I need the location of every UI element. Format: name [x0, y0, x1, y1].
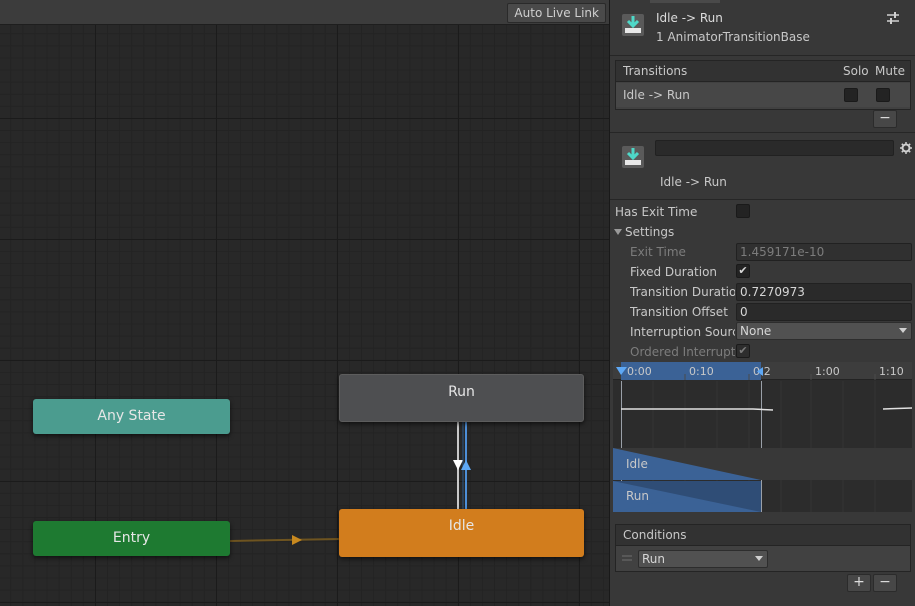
transitions-list-body: Idle -> Run	[615, 82, 911, 110]
transition-timeline[interactable]: 0:00 0:10 0:20 1:00 1:10 Idle Run	[613, 362, 912, 512]
solo-column-label: Solo	[843, 64, 869, 78]
chevron-down-icon	[899, 328, 907, 333]
fixed-duration-label: Fixed Duration	[630, 265, 718, 279]
entry-to-idle-link[interactable]	[229, 538, 340, 542]
state-label: Entry	[112, 530, 151, 546]
exit-time-field: 1.459171e-10	[736, 243, 912, 261]
drag-handle-icon[interactable]	[622, 555, 632, 561]
conditions-header: Conditions	[615, 524, 911, 546]
state-idle[interactable]: Idle	[339, 509, 584, 557]
solo-checkbox[interactable]	[844, 88, 858, 102]
exit-time-label: Exit Time	[630, 245, 686, 259]
add-condition-button[interactable]: +	[847, 574, 871, 592]
transition-row[interactable]: Idle -> Run	[616, 83, 910, 107]
dropdown-value: None	[740, 324, 772, 338]
transition-offset-field[interactable]: 0	[736, 303, 912, 321]
state-label: Idle	[448, 518, 475, 534]
divider	[610, 132, 915, 133]
timeline-track-idle-label: Idle	[626, 457, 648, 471]
remove-condition-button[interactable]: −	[873, 574, 897, 592]
gear-icon[interactable]	[900, 142, 912, 154]
dropdown-value: Run	[642, 552, 666, 566]
auto-live-link-button[interactable]: Auto Live Link	[507, 3, 606, 23]
transition-name-field[interactable]	[655, 140, 894, 156]
transition-duration-label: Transition Duration	[630, 285, 735, 299]
transition-label: Idle -> Run	[660, 175, 727, 189]
mute-column-label: Mute	[875, 64, 906, 78]
settings-foldout-label[interactable]: Settings	[625, 225, 674, 239]
state-entry[interactable]: Entry	[33, 521, 230, 556]
divider	[610, 55, 915, 56]
fixed-duration-checkbox[interactable]: ✔	[736, 264, 750, 278]
transitions-header-label: Transitions	[623, 64, 688, 78]
transition-offset-label: Transition Offset	[630, 305, 728, 319]
chevron-down-icon	[755, 556, 763, 561]
state-label: Any State	[97, 408, 166, 424]
conditions-header-label: Conditions	[623, 528, 687, 542]
condition-parameter-dropdown[interactable]: Run	[638, 550, 768, 568]
timeline-end-marker	[757, 367, 763, 376]
inspector-title: Idle -> Run	[656, 11, 723, 25]
foldout-arrow-icon[interactable]	[614, 228, 622, 236]
has-exit-time-checkbox[interactable]	[736, 204, 750, 218]
remove-transition-button[interactable]: −	[873, 110, 897, 128]
timeline-start-marker	[616, 367, 627, 375]
inspector-panel: Idle -> Run 1 AnimatorTransitionBase Tra…	[609, 0, 915, 606]
timeline-track-run-label: Run	[626, 489, 650, 503]
timeline-graph	[613, 367, 912, 512]
interruption-source-label: Interruption Source	[630, 325, 735, 339]
ordered-interruption-label: Ordered Interruption	[630, 345, 735, 359]
state-run[interactable]: Run	[339, 374, 584, 422]
mute-checkbox[interactable]	[876, 88, 890, 102]
state-any-state[interactable]: Any State	[33, 399, 230, 434]
transitions-list-header: Transitions Solo Mute	[615, 60, 911, 82]
transition-icon	[622, 146, 644, 168]
transition-row-label: Idle -> Run	[623, 88, 690, 102]
transition-icon	[622, 14, 644, 36]
entry-to-idle-arrow	[292, 535, 302, 545]
has-exit-time-label: Has Exit Time	[615, 205, 698, 219]
graph-toolbar: Auto Live Link	[0, 0, 609, 25]
conditions-list: Run	[615, 546, 911, 572]
transition-duration-field[interactable]: 0.7270973	[736, 283, 912, 301]
settings-sliders-icon[interactable]	[886, 11, 900, 25]
ordered-interruption-checkbox: ✔	[736, 344, 750, 358]
run-to-idle-arrow	[453, 460, 463, 470]
divider	[610, 199, 915, 200]
inspector-subtitle: 1 AnimatorTransitionBase	[656, 30, 810, 44]
interruption-source-dropdown[interactable]: None	[736, 322, 912, 340]
state-label: Run	[448, 384, 475, 400]
inspector-tab[interactable]	[650, 0, 720, 3]
animator-graph[interactable]: Auto Live Link Any State Entry Run Idle	[0, 0, 609, 606]
